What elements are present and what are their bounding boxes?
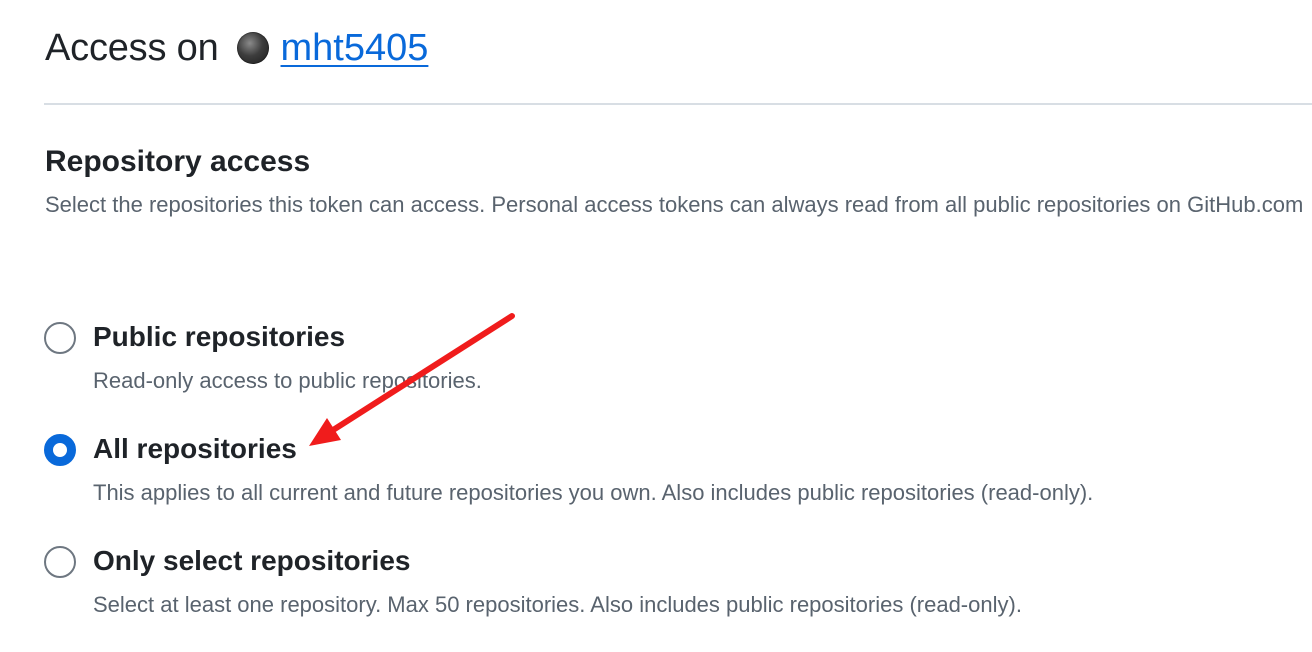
all-repositories-description: This applies to all current and future r… bbox=[93, 480, 1094, 505]
access-title: Access on bbox=[45, 26, 219, 69]
all-repositories-radio[interactable] bbox=[44, 434, 76, 466]
all-repositories-label[interactable]: All repositories bbox=[93, 433, 297, 465]
access-header: Access on mht5405 bbox=[45, 22, 428, 74]
owner-link[interactable]: mht5405 bbox=[281, 27, 429, 70]
only-select-repositories-label[interactable]: Only select repositories bbox=[93, 545, 410, 577]
token-access-page: Access on mht5405 Repository access Sele… bbox=[0, 0, 1312, 652]
repository-access-title: Repository access bbox=[45, 145, 311, 178]
public-repositories-radio[interactable] bbox=[44, 322, 76, 354]
only-select-repositories-description: Select at least one repository. Max 50 r… bbox=[93, 592, 1022, 617]
public-repositories-description: Read-only access to public repositories. bbox=[93, 368, 482, 393]
owner-avatar bbox=[236, 32, 269, 64]
section-divider bbox=[44, 103, 1312, 105]
public-repositories-label[interactable]: Public repositories bbox=[93, 321, 345, 353]
only-select-repositories-radio[interactable] bbox=[44, 546, 76, 578]
repository-access-description: Select the repositories this token can a… bbox=[45, 192, 1304, 217]
